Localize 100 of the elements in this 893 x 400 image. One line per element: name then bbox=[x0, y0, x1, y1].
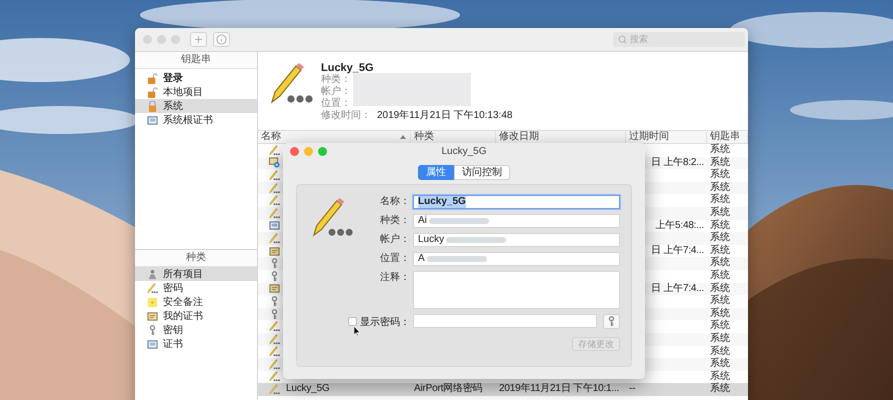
key-icon bbox=[269, 296, 280, 307]
pencil-icon bbox=[269, 195, 280, 206]
table-cell-text: 系统 bbox=[710, 144, 730, 156]
field-label: 种类： bbox=[380, 214, 410, 228]
minimize-button[interactable] bbox=[157, 35, 166, 44]
pencil-icon bbox=[269, 182, 280, 194]
pencil-icon bbox=[269, 346, 280, 358]
pencil-icon bbox=[269, 232, 280, 244]
pencil-icon bbox=[269, 208, 280, 219]
table-cell-text: 系统 bbox=[710, 232, 730, 244]
key-icon bbox=[269, 308, 280, 320]
table-cell-text: 系统 bbox=[710, 220, 730, 232]
sidebar-item[interactable]: 登录 bbox=[135, 71, 257, 85]
add-button[interactable] bbox=[190, 32, 207, 47]
pencil-icon bbox=[269, 358, 280, 370]
input-field[interactable]: Lucky_5G bbox=[413, 195, 620, 209]
section-header: 钥匙串 bbox=[135, 52, 257, 69]
table-cell: 上午5:48:... bbox=[655, 220, 704, 232]
padlock-icon bbox=[147, 72, 158, 84]
sidebar-item[interactable]: 系统根证书 bbox=[135, 113, 257, 127]
field-label: 名称： bbox=[380, 195, 410, 209]
input-field[interactable]: A bbox=[413, 252, 620, 266]
column-header[interactable]: 钥匙串 bbox=[707, 131, 748, 143]
sidebar-item[interactable]: 安全备注 bbox=[135, 295, 257, 309]
table-cell-text: 系统 bbox=[710, 182, 730, 194]
padlock-icon bbox=[147, 100, 158, 112]
pencil-icon bbox=[269, 62, 313, 106]
padlock-icon bbox=[147, 86, 158, 98]
table-cell-text: 系统 bbox=[710, 156, 730, 168]
certificate-icon bbox=[269, 283, 280, 294]
certificate-icon bbox=[147, 338, 158, 350]
field-label: 显示密码： bbox=[360, 316, 410, 328]
table-cell-text: 系统 bbox=[710, 169, 730, 182]
table-cell-text: 系统 bbox=[710, 370, 730, 382]
pencil-icon bbox=[269, 371, 280, 382]
table-cell-text: 系统 bbox=[710, 244, 730, 256]
sidebar-item[interactable]: 证书 bbox=[135, 337, 257, 351]
table-cell-text: 系统 bbox=[710, 358, 730, 370]
table-cell: 日 上午7:4... bbox=[650, 282, 704, 296]
input-field[interactable]: Ai bbox=[413, 214, 620, 228]
sidebar-item[interactable]: 密钥 bbox=[135, 323, 257, 337]
table-cell: Lucky_5G bbox=[286, 383, 330, 396]
sidebar-item[interactable]: 所有项目 bbox=[135, 267, 257, 281]
pencil-icon bbox=[269, 384, 280, 396]
search-icon bbox=[618, 35, 627, 44]
plus-icon bbox=[193, 34, 204, 45]
table-cell: 2019年11月21日 下午10:1... bbox=[499, 383, 620, 396]
certificate-icon bbox=[147, 114, 158, 126]
pencil-icon bbox=[269, 144, 280, 156]
minimize-button[interactable] bbox=[304, 146, 313, 156]
table-cell: -- bbox=[629, 383, 636, 396]
key-icon bbox=[269, 270, 280, 282]
input-field[interactable] bbox=[413, 271, 620, 309]
pencil-icon bbox=[311, 197, 353, 239]
info-icon bbox=[216, 34, 227, 45]
field-label: 注释： bbox=[380, 271, 410, 285]
zoom-button[interactable] bbox=[318, 146, 327, 156]
key-icon bbox=[147, 324, 158, 336]
field-label: 帐户： bbox=[380, 233, 410, 247]
zoom-button[interactable] bbox=[171, 35, 180, 44]
cursor-icon bbox=[354, 326, 361, 336]
table-cell-text: 系统 bbox=[710, 194, 730, 206]
table-cell-text: 系统 bbox=[710, 282, 730, 294]
checkbox[interactable] bbox=[348, 317, 357, 326]
sidebar-item[interactable]: 密码 bbox=[135, 281, 257, 295]
table-row[interactable]: Lucky_5G AirPort网络密码 2019年11月21日 下午10:1... -- 系统 bbox=[258, 383, 748, 396]
pencil-icon bbox=[147, 282, 158, 294]
field-label: 帐户： bbox=[321, 86, 351, 98]
tab[interactable]: 属性 bbox=[418, 165, 454, 180]
table-cell: 系统 bbox=[710, 383, 730, 396]
sidebar-item[interactable]: 我的证书 bbox=[135, 309, 257, 323]
table-cell-text: 系统 bbox=[710, 320, 730, 332]
close-button[interactable] bbox=[290, 146, 299, 156]
key-button[interactable] bbox=[603, 314, 620, 329]
input-field[interactable]: Lucky bbox=[413, 233, 620, 247]
item-title: Lucky_5G bbox=[321, 62, 375, 74]
pencil-icon bbox=[269, 334, 280, 345]
section-header: 种类 bbox=[135, 249, 257, 267]
sidebar-item[interactable]: 本地项目 bbox=[135, 85, 257, 99]
person-icon bbox=[147, 268, 158, 280]
close-button[interactable] bbox=[143, 35, 152, 44]
field-label: 种类： bbox=[321, 74, 351, 86]
sort-caret-icon bbox=[400, 135, 406, 139]
table-cell: 日 上午8:2... bbox=[650, 156, 704, 170]
tab[interactable]: 访问控制 bbox=[454, 165, 510, 180]
table-cell-text: 系统 bbox=[710, 308, 730, 320]
key-icon bbox=[606, 316, 617, 327]
table-cell-text: 系统 bbox=[710, 295, 730, 308]
certificate-icon bbox=[147, 310, 158, 322]
table-cell-text: 系统 bbox=[710, 257, 730, 270]
table-cell: AirPort网络密码 bbox=[414, 383, 482, 396]
pencil-icon bbox=[269, 321, 280, 332]
field-value: 2019年11月21日 下午10:13:48 bbox=[377, 110, 512, 122]
field-label: 位置： bbox=[380, 252, 410, 266]
info-button[interactable] bbox=[213, 32, 230, 47]
certificate-icon bbox=[269, 220, 280, 232]
table-cell-text: 系统 bbox=[710, 206, 730, 220]
sidebar-item[interactable]: 系统 bbox=[135, 99, 257, 113]
field-label: 修改时间： bbox=[321, 110, 371, 122]
password-field[interactable] bbox=[413, 314, 597, 328]
